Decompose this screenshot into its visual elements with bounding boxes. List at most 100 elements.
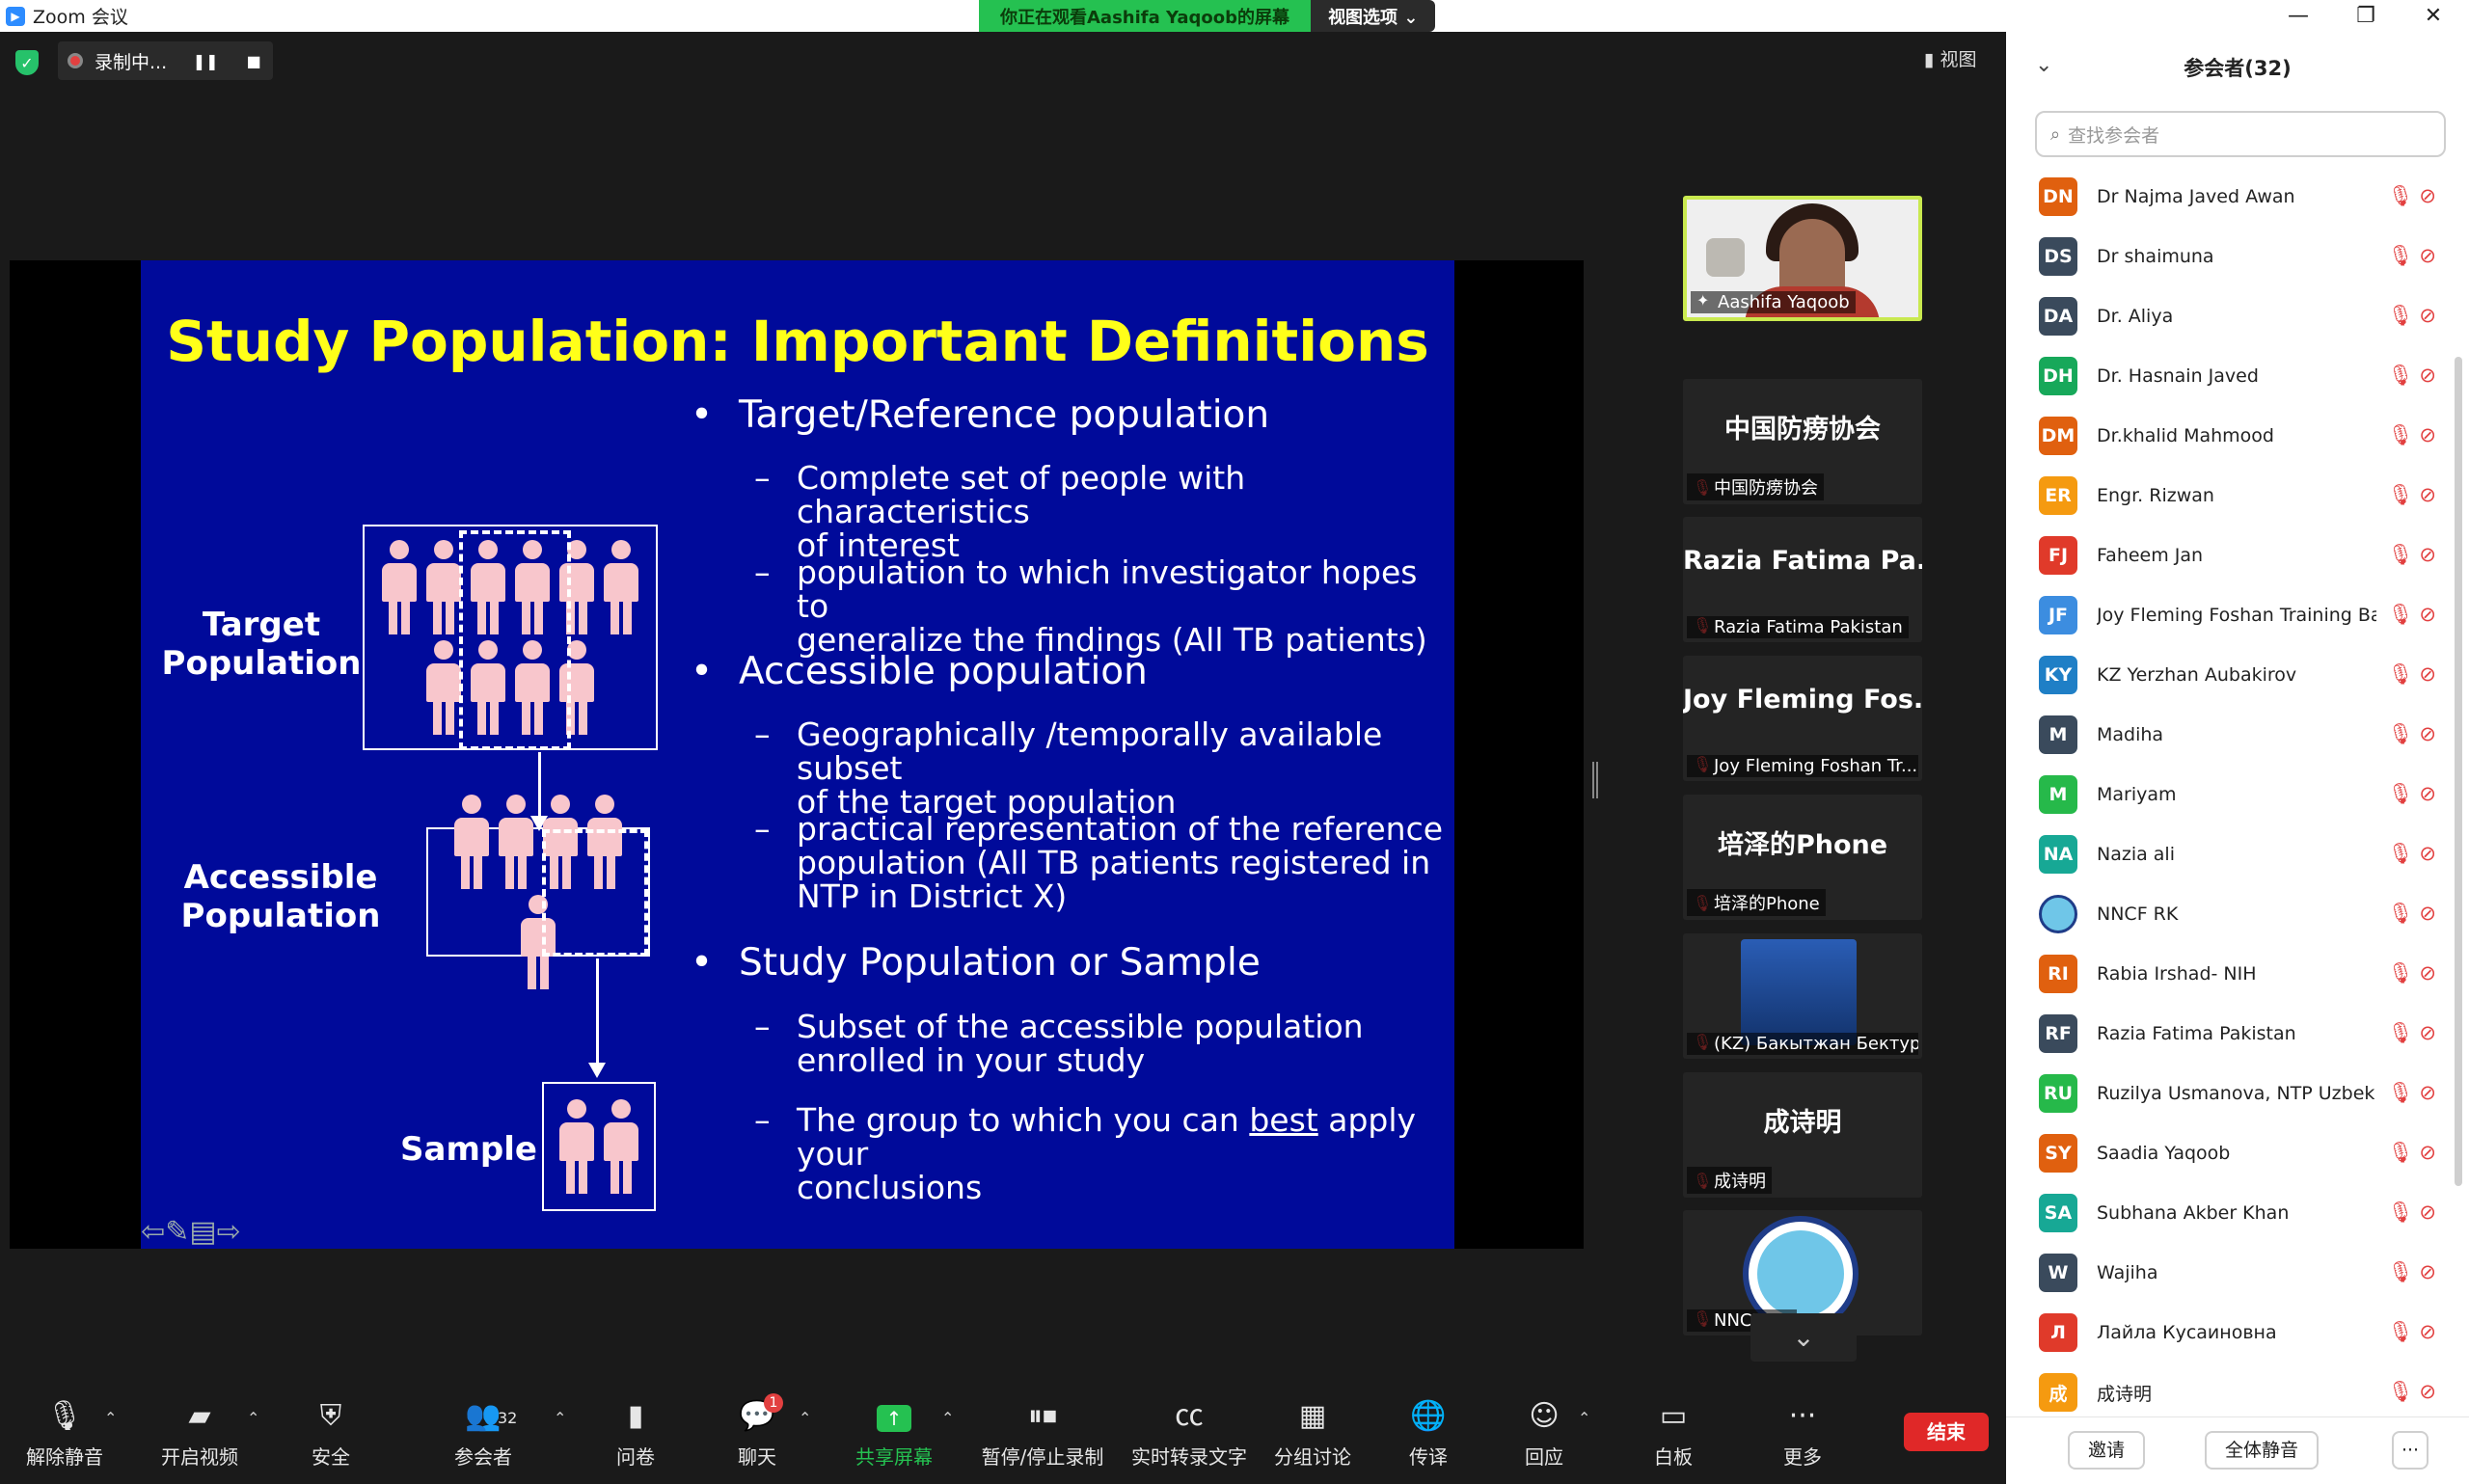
- participant-thumbnail[interactable]: Joy Fleming Fos... 🎙 Joy Fleming Foshan …: [1683, 656, 1922, 781]
- end-meeting-button[interactable]: 结束: [1904, 1413, 1989, 1451]
- sub-bullet: – population to which investigator hopes…: [754, 555, 1454, 657]
- video-thumbnail-active-speaker[interactable]: Aashifa Yaqoob ✦: [1683, 196, 1922, 321]
- participant-row[interactable]: DM Dr.khalid Mahmood 🎙⊘: [2006, 406, 2459, 466]
- share-screen-button[interactable]: ↑ 共享屏幕: [831, 1397, 957, 1470]
- chat-options-caret-icon[interactable]: ⌃: [799, 1409, 811, 1427]
- participant-row[interactable]: RI Rabia Irshad- NIH 🎙⊘: [2006, 944, 2459, 1004]
- participant-row[interactable]: SY Saadia Yaqoob 🎙⊘: [2006, 1123, 2459, 1183]
- participants-label: 参会者: [454, 1445, 512, 1469]
- participant-thumbnail[interactable]: 🎙 (KZ) Бакытжан Бектур...: [1683, 933, 1922, 1059]
- participant-row[interactable]: Л Лайла Кусаиновна 🎙⊘: [2006, 1303, 2459, 1363]
- meeting-toolbar: 🎙 解除静音 ⌃ ▰ 开启视频 ⌃ ⛨ 安全 👥 32 参会者 ⌃ ▮ 问卷 💬 1…: [0, 1388, 2006, 1484]
- dash-glyph: –: [754, 1101, 771, 1139]
- participant-row[interactable]: DH Dr. Hasnain Javed 🎙⊘: [2006, 346, 2459, 406]
- interpretation-button[interactable]: 🌐 传译: [1366, 1397, 1491, 1470]
- participant-row[interactable]: ER Engr. Rizwan 🎙⊘: [2006, 466, 2459, 526]
- participant-thumbnail[interactable]: Razia Fatima Pa... 🎙 Razia Fatima Pakist…: [1683, 517, 1922, 642]
- grid-icon: ▦: [1298, 1399, 1327, 1433]
- pause-stop-recording-button[interactable]: ⏸⏹ 暂停/停止录制: [980, 1397, 1105, 1470]
- bar-chart-icon: ▮: [627, 1399, 644, 1433]
- participant-name: Dr Najma Javed Awan: [2097, 186, 2295, 207]
- avatar: [2039, 895, 2077, 933]
- participants-scrollbar[interactable]: [2455, 357, 2462, 1186]
- thumbnails-scroll-down-button[interactable]: ⌄: [1750, 1313, 1857, 1362]
- resize-handle[interactable]: [1592, 762, 1598, 798]
- participant-row[interactable]: 成成诗明 🎙⊘: [2006, 1363, 2459, 1420]
- participant-thumbnail[interactable]: 中国防痨协会 🎙 中国防痨协会: [1683, 379, 1922, 504]
- person-figure-icon: [600, 1099, 642, 1194]
- participant-name: Dr. Hasnain Javed: [2097, 365, 2259, 387]
- audio-options-caret-icon[interactable]: ⌃: [104, 1409, 117, 1427]
- mic-video-muted-icons: 🎙⊘: [2387, 1380, 2442, 1403]
- video-options-caret-icon[interactable]: ⌃: [247, 1409, 259, 1427]
- participant-thumbnail[interactable]: 成诗明 🎙 成诗明: [1683, 1072, 1922, 1198]
- pause-recording-icon[interactable]: ❚❚: [193, 51, 219, 70]
- share-options-caret-icon[interactable]: ⌃: [941, 1409, 954, 1427]
- bullet-glyph: •: [691, 650, 714, 693]
- whiteboard-button[interactable]: ▭ 白板: [1611, 1397, 1736, 1470]
- participant-row[interactable]: DA Dr. Aliya 🎙⊘: [2006, 286, 2459, 346]
- more-button[interactable]: ··· 更多: [1740, 1397, 1865, 1470]
- label-line: Accessible: [183, 858, 378, 897]
- participant-row[interactable]: FJ Faheem Jan 🎙⊘: [2006, 526, 2459, 585]
- breakout-rooms-button[interactable]: ▦ 分组讨论: [1250, 1397, 1375, 1470]
- participant-row[interactable]: RF Razia Fatima Pakistan 🎙⊘: [2006, 1004, 2459, 1064]
- chat-unread-badge: 1: [764, 1393, 783, 1413]
- minimize-button[interactable]: —: [2265, 0, 2332, 32]
- bullet-accessible-population: • Accessible population: [691, 650, 1148, 693]
- mic-video-muted-icons: 🎙⊘: [2387, 423, 2442, 446]
- accessible-population-label: Accessible Population: [160, 858, 401, 935]
- participant-name: Subhana Akber Khan: [2097, 1202, 2290, 1224]
- participant-row[interactable]: SA Subhana Akber Khan 🎙⊘: [2006, 1183, 2459, 1243]
- reactions-options-caret-icon[interactable]: ⌃: [1578, 1409, 1590, 1427]
- whiteboard-icon: ▭: [1659, 1399, 1688, 1433]
- participant-thumbnail[interactable]: 培泽的Phone 🎙 培泽的Phone: [1683, 795, 1922, 920]
- participants-options-caret-icon[interactable]: ⌃: [554, 1409, 566, 1427]
- security-shield-icon[interactable]: ✓: [15, 50, 39, 75]
- person-figure-icon: [556, 1099, 598, 1194]
- thumbnail-display-name: 中国防痨协会: [1724, 415, 1881, 445]
- participants-button[interactable]: 👥 32 参会者: [421, 1397, 546, 1470]
- participant-row[interactable]: NA Nazia ali 🎙⊘: [2006, 824, 2459, 884]
- view-button[interactable]: ▮ 视图: [1924, 45, 1977, 71]
- participant-row[interactable]: M Madiha 🎙⊘: [2006, 705, 2459, 765]
- mic-video-muted-icons: 🎙⊘: [2387, 483, 2442, 506]
- pause-record-label: 暂停/停止录制: [981, 1445, 1104, 1469]
- invite-button[interactable]: 邀请: [2068, 1431, 2145, 1470]
- restore-button[interactable]: ❐: [2332, 0, 2400, 32]
- participant-row[interactable]: NNCF RK 🎙⊘: [2006, 884, 2459, 944]
- dash-glyph: –: [754, 459, 771, 497]
- participant-row[interactable]: KY KZ Yerzhan Aubakirov 🎙⊘: [2006, 645, 2459, 705]
- avatar: DM: [2039, 417, 2077, 455]
- participant-row[interactable]: W Wajiha 🎙⊘: [2006, 1243, 2459, 1303]
- breakout-label: 分组讨论: [1274, 1445, 1351, 1469]
- shield-icon: ⛨: [319, 1399, 342, 1433]
- search-participants-input[interactable]: ⌕ 查找参会者: [2035, 111, 2446, 157]
- participant-row[interactable]: RU Ruzilya Usmanova, NTP Uzbeki... 🎙⊘: [2006, 1064, 2459, 1123]
- more-dots-icon: ···: [1788, 1399, 1817, 1433]
- participant-name: Engr. Rizwan: [2097, 485, 2214, 506]
- start-video-button[interactable]: ▰ 开启视频: [137, 1397, 262, 1470]
- participant-row[interactable]: M Mariyam 🎙⊘: [2006, 765, 2459, 824]
- arrow-head-icon: [588, 1063, 606, 1078]
- participant-row[interactable]: DS Dr shaimuna 🎙⊘: [2006, 227, 2459, 286]
- slide-navigation-icons[interactable]: ⇦✎▤⇨: [141, 1215, 241, 1249]
- sub-bullet: – Geographically /temporally available s…: [754, 717, 1454, 819]
- participant-row[interactable]: DN Dr Najma Javed Awan 🎙⊘: [2006, 167, 2459, 227]
- close-button[interactable]: ✕: [2400, 0, 2467, 32]
- participant-name: Faheem Jan: [2097, 545, 2204, 566]
- security-button[interactable]: ⛨ 安全: [268, 1397, 393, 1470]
- avatar: DH: [2039, 357, 2077, 395]
- search-placeholder: 查找参会者: [2068, 124, 2160, 147]
- avatar: RI: [2039, 955, 2077, 993]
- participant-row[interactable]: JF Joy Fleming Foshan Training Ba... 🎙⊘: [2006, 585, 2459, 645]
- more-options-button[interactable]: ···: [2392, 1431, 2428, 1470]
- live-transcript-button[interactable]: ㏄ 实时转录文字: [1126, 1397, 1252, 1470]
- mic-video-muted-icons: 🎙⊘: [2387, 1081, 2442, 1104]
- polls-button[interactable]: ▮ 问卷: [573, 1397, 698, 1470]
- captions-label: 实时转录文字: [1131, 1445, 1247, 1469]
- stop-recording-icon[interactable]: ■: [244, 51, 263, 70]
- mute-all-button[interactable]: 全体静音: [2205, 1431, 2319, 1470]
- view-options-button[interactable]: 视图选项 ⌄: [1311, 0, 1436, 32]
- avatar: RU: [2039, 1074, 2077, 1113]
